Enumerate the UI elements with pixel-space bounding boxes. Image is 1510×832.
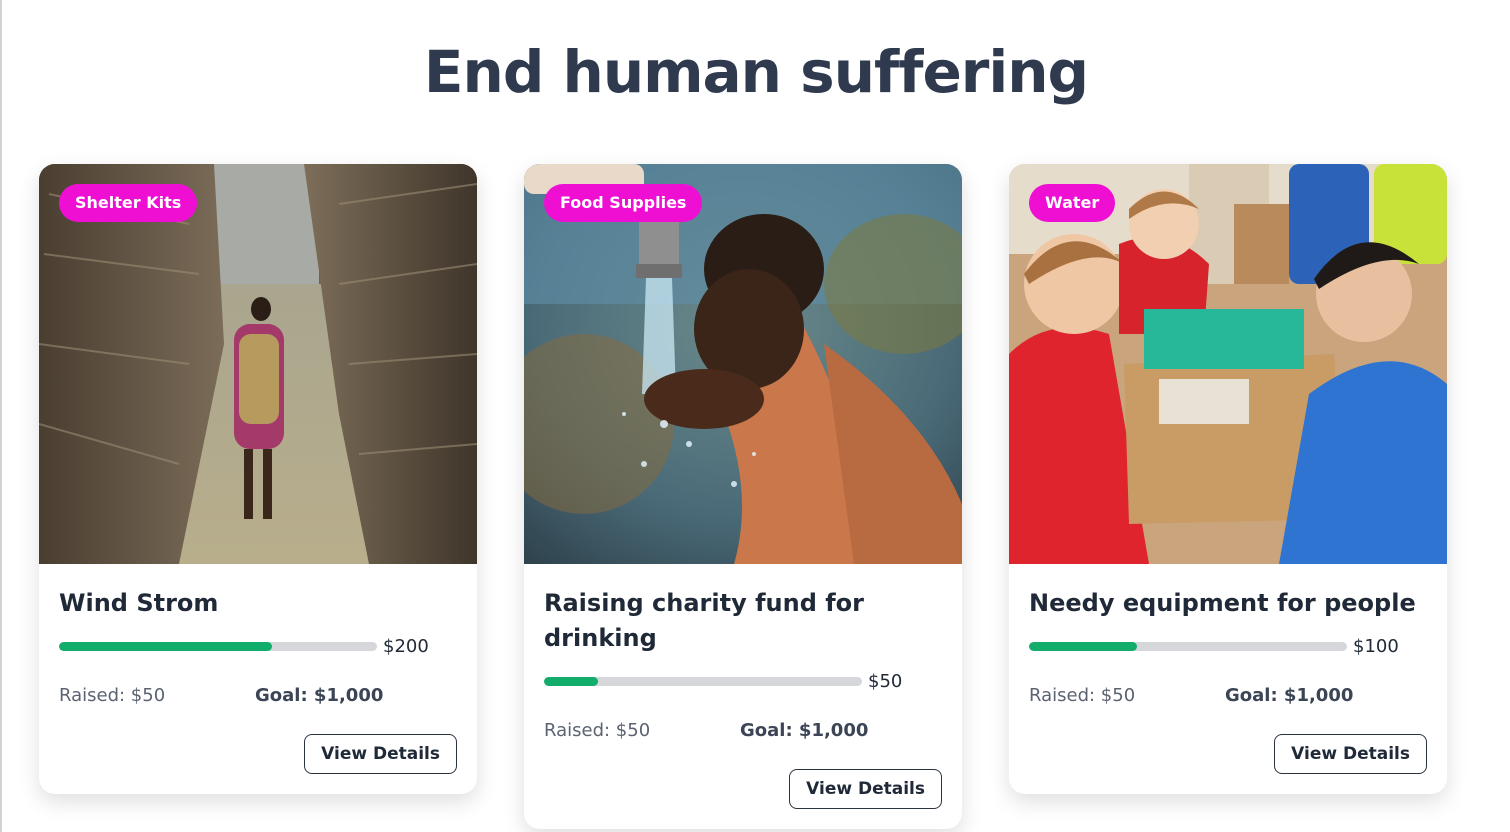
category-badge: Food Supplies [544, 184, 703, 222]
progress-bar [1029, 641, 1347, 651]
campaign-title: Raising charity fund for drinking [544, 589, 864, 652]
progress-fill [1029, 641, 1138, 651]
category-badge: Shelter Kits [59, 184, 198, 222]
view-details-button[interactable]: View Details [304, 734, 457, 774]
view-details-button[interactable]: View Details [789, 769, 942, 809]
goal-amount: Goal: $1,000 [255, 685, 384, 706]
progress-amount: $200 [383, 635, 429, 657]
page: End human suffering Shelter Kits Wind St… [0, 0, 1510, 832]
section-heading: End human suffering [423, 38, 1089, 106]
progress-amount: $50 [868, 670, 903, 692]
progress-bar [59, 641, 377, 651]
goal-amount: Goal: $1,000 [1225, 685, 1354, 706]
campaign-photo-child-drinking: Food Supplies [524, 164, 962, 564]
campaign-card: Food Supplies Raising charity fund for d… [524, 164, 962, 829]
campaign-photo-kids-with-box: Water [1009, 164, 1447, 564]
view-details-button[interactable]: View Details [1274, 734, 1427, 774]
raised-amount: Raised: $50 [59, 685, 166, 706]
raised-amount: Raised: $50 [1029, 685, 1136, 706]
campaign-card: Water Needy equipment for people $100 Ra… [1009, 164, 1447, 794]
category-badge: Water [1029, 184, 1116, 222]
campaign-card: Shelter Kits Wind Strom $200 Raised: $50… [39, 164, 477, 794]
progress-fill [59, 641, 273, 651]
campaign-title: Needy equipment for people [1029, 589, 1416, 617]
goal-amount: Goal: $1,000 [740, 720, 869, 741]
progress-amount: $100 [1353, 635, 1399, 657]
campaign-title: Wind Strom [59, 589, 219, 617]
raised-amount: Raised: $50 [544, 720, 651, 741]
campaign-photo-flooded-path: Shelter Kits [39, 164, 477, 564]
progress-bar [544, 676, 862, 686]
progress-fill [544, 676, 599, 686]
